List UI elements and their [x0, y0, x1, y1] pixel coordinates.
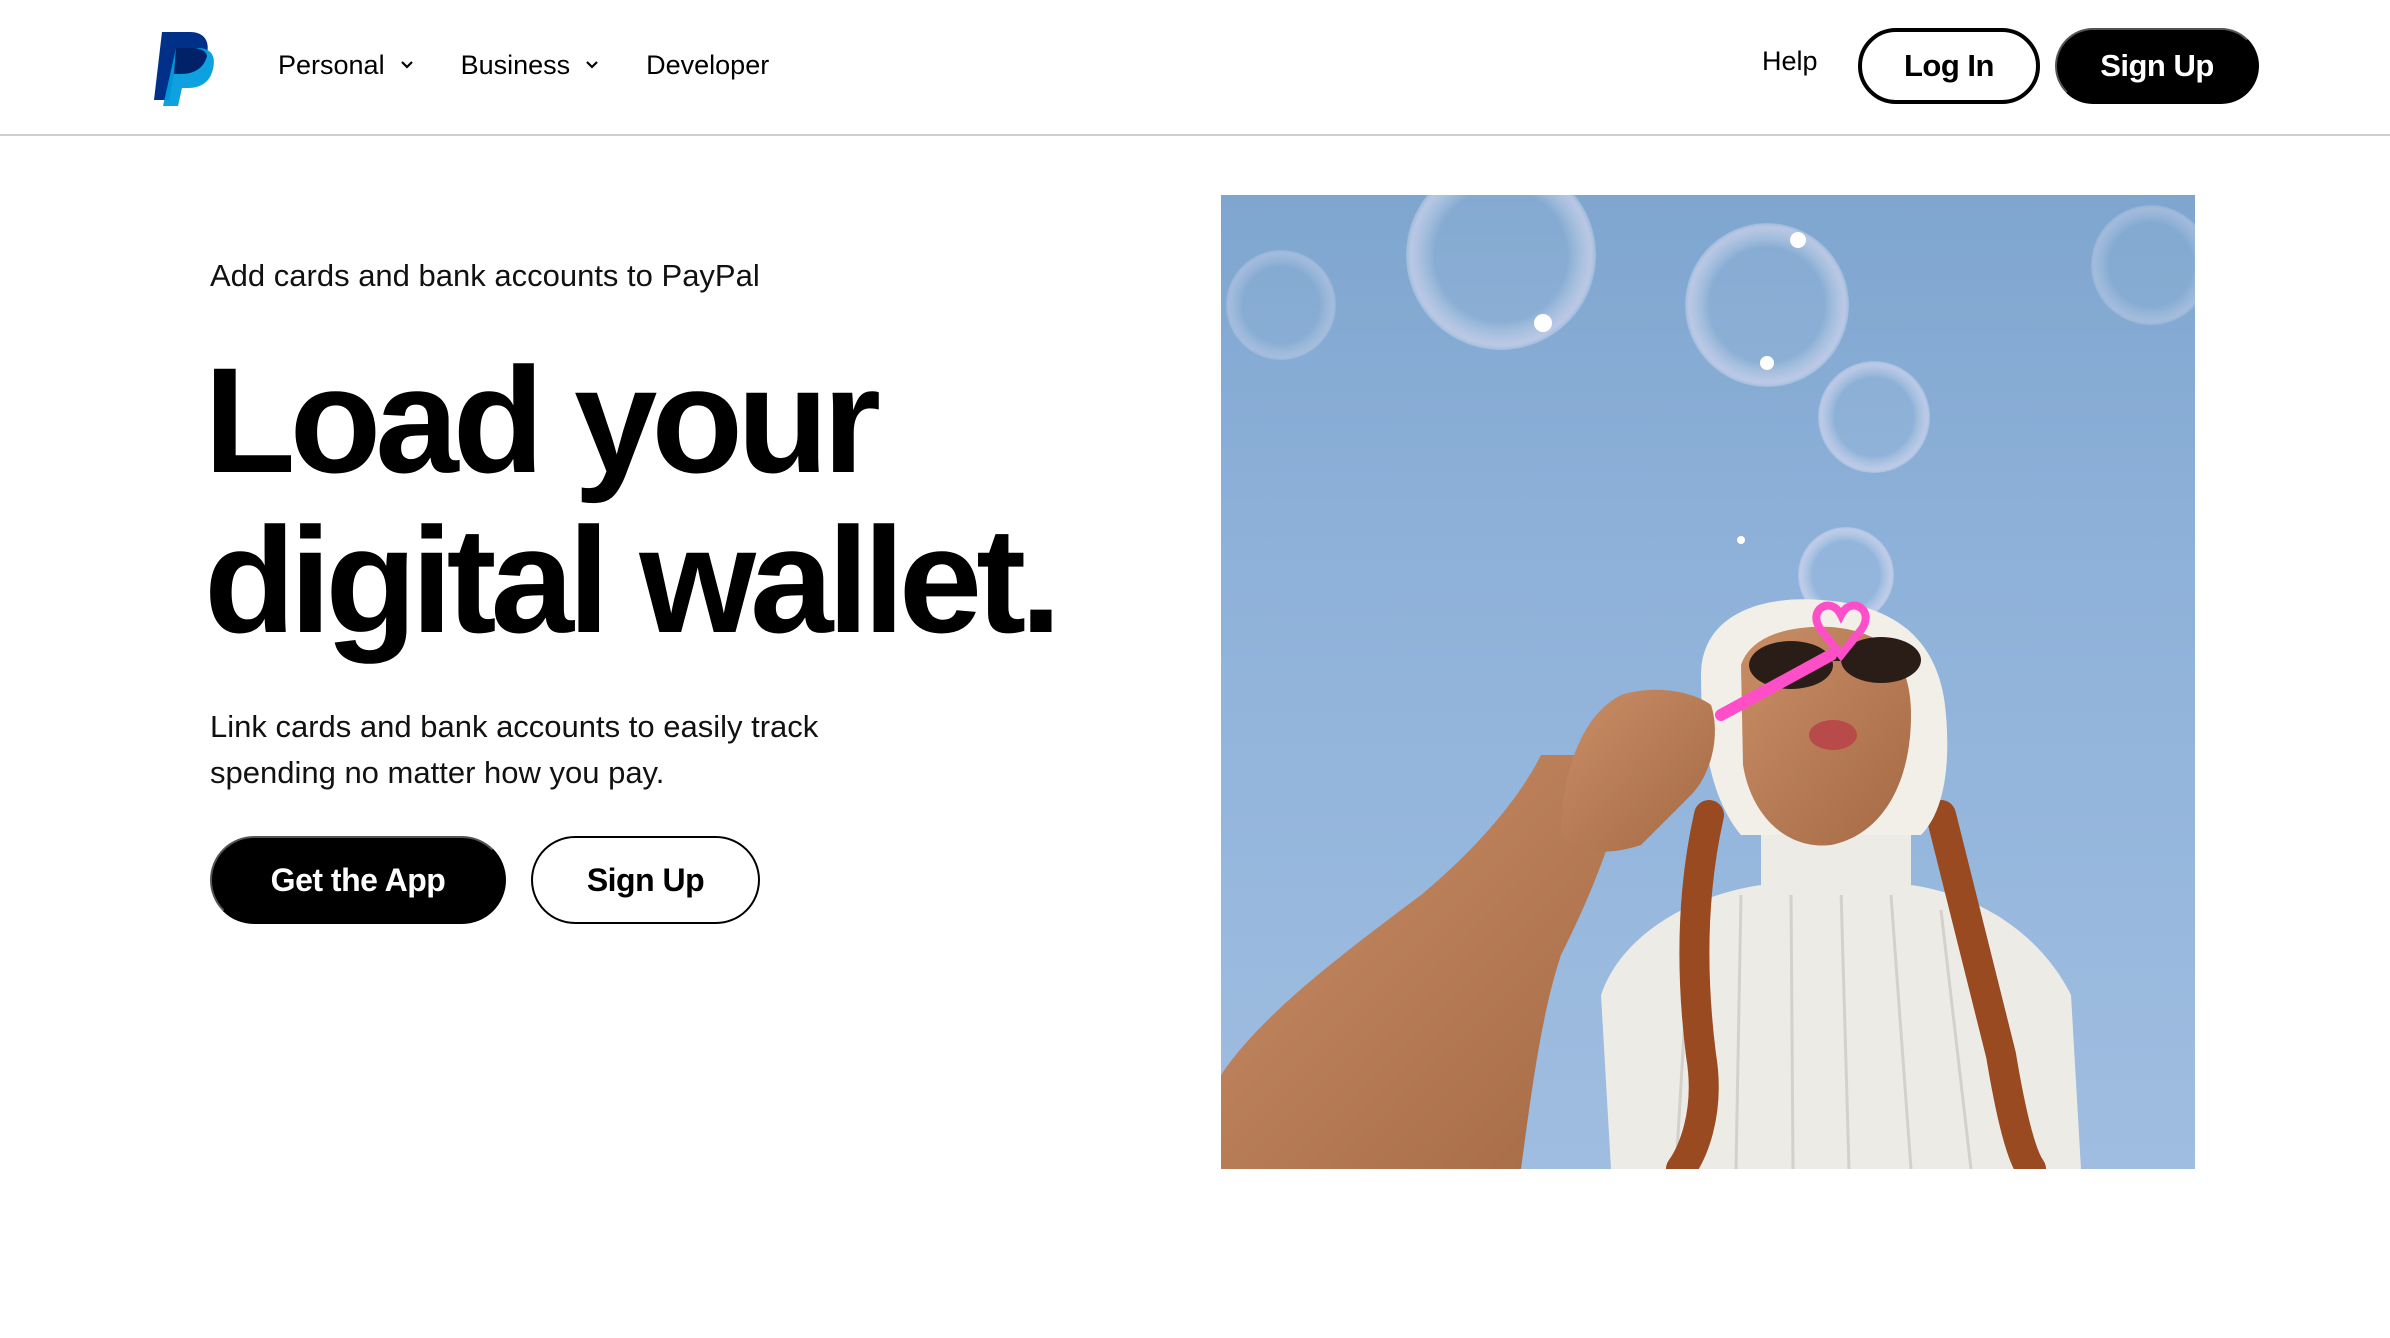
nav-business-label: Business — [460, 49, 571, 80]
chevron-down-icon — [586, 61, 598, 69]
get-app-button[interactable]: Get the App — [210, 836, 506, 924]
bubble-icon — [1226, 250, 1336, 360]
site-header: Personal Business Developer Help Log In … — [0, 0, 2390, 136]
chevron-down-icon — [400, 61, 413, 69]
nav-business[interactable]: Business — [461, 50, 601, 81]
paypal-logo-icon[interactable] — [152, 30, 216, 106]
login-button[interactable]: Log In — [1858, 28, 2040, 104]
main-nav: Personal Business Developer — [278, 0, 769, 130]
hero-body: Link cards and bank accounts to easily t… — [210, 709, 819, 790]
hero-signup-button[interactable]: Sign Up — [531, 836, 760, 924]
hero-photo — [1221, 195, 2195, 1169]
nav-personal-label: Personal — [278, 49, 385, 80]
hero-headline: Load your digital wallet. — [204, 340, 1164, 660]
bubble-icon — [2091, 205, 2195, 325]
bubble-icon — [1406, 195, 1596, 350]
hero-headline-line1: Load your — [204, 336, 881, 504]
hero-eyebrow: Add cards and bank accounts to PayPal — [210, 258, 760, 293]
hero-headline-line2: digital wallet. — [204, 496, 1062, 664]
woman-blowing-bubbles-illustration — [1221, 195, 2195, 1169]
nav-personal[interactable]: Personal — [278, 50, 415, 81]
bubble-icon — [1818, 361, 1930, 473]
nav-developer-label: Developer — [646, 49, 770, 80]
help-link[interactable]: Help — [1762, 46, 1818, 77]
header-signup-button[interactable]: Sign Up — [2055, 28, 2259, 104]
nav-developer[interactable]: Developer — [646, 50, 769, 81]
